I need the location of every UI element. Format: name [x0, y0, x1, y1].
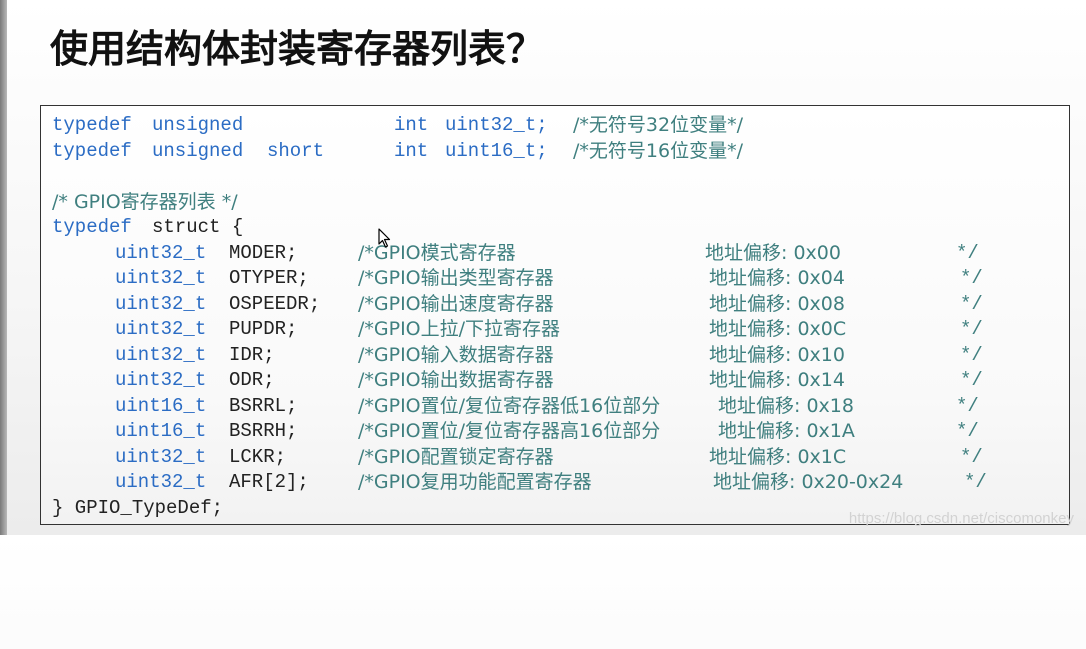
member-comment: /*GPIO输入数据寄存器	[358, 343, 554, 366]
member-comment-end: */	[964, 471, 987, 493]
code-block: typedef unsigned int uint32_t; /*无符号32位变…	[40, 105, 1070, 525]
member-offset: 地址偏移: 0x0C	[709, 318, 847, 340]
member-type: uint16_t	[115, 394, 207, 417]
keyword-int: int	[394, 114, 429, 136]
member-comment: /*GPIO配置锁定寄存器	[358, 445, 554, 468]
type-name: uint32_t;	[445, 114, 548, 136]
member-comment-end: */	[956, 394, 979, 417]
code-line-member: uint32_t OSPEEDR; /*GPIO输出速度寄存器 地址偏移: 0x…	[52, 292, 983, 318]
member-type: uint32_t	[115, 267, 207, 289]
member-offset: 地址偏移: 0x04	[709, 267, 845, 289]
keyword-short: short	[267, 139, 325, 162]
member-name: OSPEEDR;	[229, 292, 321, 315]
member-name: BSRRH;	[229, 420, 298, 442]
member-comment: /*GPIO复用功能配置寄存器	[358, 471, 592, 493]
keyword-typedef: typedef	[52, 139, 132, 162]
code-line-member: uint32_t OTYPER; /*GPIO输出类型寄存器 地址偏移: 0x0…	[52, 266, 983, 292]
member-comment-end: */	[960, 343, 983, 366]
member-offset: 地址偏移: 0x10	[709, 343, 845, 366]
member-comment-end: */	[960, 292, 983, 315]
member-name: PUPDR;	[229, 318, 298, 340]
slide-left-edge	[0, 0, 7, 535]
member-comment: /*GPIO输出类型寄存器	[358, 267, 554, 289]
code-line-member: uint32_t MODER; /*GPIO模式寄存器 地址偏移: 0x00 *…	[52, 241, 979, 267]
member-name: BSRRL;	[229, 394, 298, 417]
code-line-struct-comment: /* GPIO寄存器列表 */	[52, 190, 238, 216]
code-line-struct-open: typedef struct {	[52, 215, 243, 241]
mouse-cursor-icon	[378, 228, 391, 248]
keyword-typedef: typedef	[52, 216, 132, 238]
member-offset: 地址偏移: 0x1A	[718, 420, 855, 442]
code-line-member: uint32_t IDR; /*GPIO输入数据寄存器 地址偏移: 0x10 *…	[52, 343, 983, 369]
code-line-member: uint16_t BSRRL; /*GPIO置位/复位寄存器低16位部分 地址偏…	[52, 394, 979, 420]
member-type: uint32_t	[115, 471, 207, 493]
slide-title: 使用结构体封装寄存器列表？	[50, 27, 545, 71]
member-type: uint16_t	[115, 420, 207, 442]
member-comment: /*GPIO置位/复位寄存器高16位部分	[358, 420, 661, 442]
member-name: OTYPER;	[229, 267, 309, 289]
watermark: https://blog.csdn.net/ciscomonkey	[848, 510, 1074, 527]
code-comment: /* GPIO寄存器列表 */	[52, 190, 238, 213]
member-comment-end: */	[960, 318, 983, 340]
type-name: uint16_t;	[445, 139, 548, 162]
member-comment-end: */	[956, 420, 979, 442]
member-name: ODR;	[229, 369, 275, 391]
member-offset: 地址偏移: 0x18	[718, 394, 854, 417]
keyword-typedef: typedef	[52, 114, 132, 136]
member-comment: /*GPIO置位/复位寄存器低16位部分	[358, 394, 661, 417]
member-type: uint32_t	[115, 343, 207, 366]
member-type: uint32_t	[115, 369, 207, 391]
code-line-typedef-uint16: typedef unsigned short int uint16_t; /*无…	[52, 139, 743, 165]
member-comment: /*GPIO输出数据寄存器	[358, 369, 554, 391]
keyword-unsigned: unsigned	[152, 139, 244, 162]
member-type: uint32_t	[115, 292, 207, 315]
member-name: IDR;	[229, 343, 275, 366]
code-line-struct-close: } GPIO_TypeDef;	[52, 496, 223, 522]
member-offset: 地址偏移: 0x1C	[709, 445, 847, 468]
member-offset: 地址偏移: 0x00	[705, 241, 841, 264]
keyword-int: int	[394, 139, 429, 162]
member-name: LCKR;	[229, 445, 287, 468]
code-line-member: uint32_t PUPDR; /*GPIO上拉/下拉寄存器 地址偏移: 0x0…	[52, 317, 983, 343]
keyword-struct: struct {	[152, 216, 244, 238]
code-comment: /*无符号16位变量*/	[573, 139, 743, 162]
member-name: MODER;	[229, 241, 298, 264]
member-type: uint32_t	[115, 318, 207, 340]
member-type: uint32_t	[115, 445, 207, 468]
code-listing: typedef unsigned int uint32_t; /*无符号32位变…	[52, 113, 987, 522]
struct-typedef-name: } GPIO_TypeDef;	[52, 496, 224, 519]
member-comment: /*GPIO上拉/下拉寄存器	[358, 318, 561, 340]
code-line-member: uint32_t AFR[2]; /*GPIO复用功能配置寄存器 地址偏移: 0…	[52, 470, 987, 496]
member-comment: /*GPIO输出速度寄存器	[358, 292, 554, 315]
code-line-typedef-uint32: typedef unsigned int uint32_t; /*无符号32位变…	[52, 113, 743, 139]
member-type: uint32_t	[115, 241, 207, 264]
member-offset: 地址偏移: 0x08	[709, 292, 845, 315]
member-comment-end: */	[960, 445, 983, 468]
code-line-member: uint32_t LCKR; /*GPIO配置锁定寄存器 地址偏移: 0x1C …	[52, 445, 983, 471]
member-comment-end: */	[960, 369, 983, 391]
member-offset: 地址偏移: 0x14	[709, 369, 845, 391]
member-name: AFR[2];	[229, 471, 309, 493]
member-comment-end: */	[956, 241, 979, 264]
keyword-unsigned: unsigned	[152, 114, 244, 136]
member-offset: 地址偏移: 0x20-0x24	[713, 471, 904, 493]
code-line-member: uint32_t ODR; /*GPIO输出数据寄存器 地址偏移: 0x14 *…	[52, 368, 983, 394]
code-line-member: uint16_t BSRRH; /*GPIO置位/复位寄存器高16位部分 地址偏…	[52, 419, 979, 445]
code-comment: /*无符号32位变量*/	[573, 114, 743, 136]
member-comment-end: */	[960, 267, 983, 289]
